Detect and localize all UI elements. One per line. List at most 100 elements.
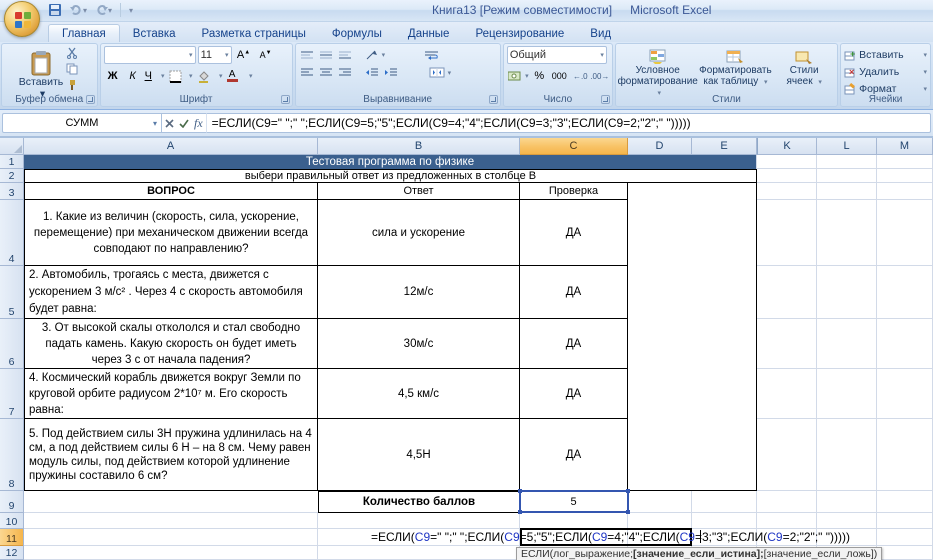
cell-l10[interactable] xyxy=(817,513,877,529)
cell-l5[interactable] xyxy=(817,266,877,319)
increase-font-button[interactable]: А▲ xyxy=(234,46,254,64)
decrease-decimal-button[interactable]: .00→ xyxy=(590,67,609,85)
tab-review[interactable]: Рецензирование xyxy=(462,25,577,42)
save-button[interactable] xyxy=(46,2,64,18)
cell-a9[interactable] xyxy=(24,491,318,513)
cell-l2[interactable] xyxy=(817,169,877,183)
cell-k8[interactable] xyxy=(757,419,817,491)
cell-a10[interactable] xyxy=(24,513,318,529)
cell-k10[interactable] xyxy=(757,513,817,529)
insert-cells-button[interactable]: + Вставить ▾ xyxy=(844,47,927,63)
row-header-8[interactable]: 8 xyxy=(0,419,23,491)
decrease-indent-button[interactable] xyxy=(364,67,380,79)
undo-button[interactable]: ▾ xyxy=(68,2,89,18)
cell-k1[interactable] xyxy=(757,155,817,169)
align-top-button[interactable] xyxy=(299,49,315,61)
row-header-12[interactable]: 12 xyxy=(0,546,23,560)
cell-a2-subtitle[interactable]: выбери правильный ответ из предложенных … xyxy=(24,169,757,183)
italic-button[interactable]: К xyxy=(124,67,142,85)
row-header-6[interactable]: 6 xyxy=(0,319,23,369)
row-header-7[interactable]: 7 xyxy=(0,369,23,419)
cell-k5[interactable] xyxy=(757,266,817,319)
align-middle-button[interactable] xyxy=(318,49,334,61)
tab-data[interactable]: Данные xyxy=(395,25,463,42)
number-format-combo[interactable]: Общий ▾ xyxy=(506,46,607,64)
row-header-11[interactable]: 11 xyxy=(0,529,23,546)
cell-k7[interactable] xyxy=(757,369,817,419)
name-box[interactable]: СУММ ▾ xyxy=(2,113,162,133)
percent-button[interactable]: % xyxy=(532,67,547,85)
format-painter-button[interactable] xyxy=(65,78,79,92)
row-header-9[interactable]: 9 xyxy=(0,491,23,513)
cell-m8[interactable] xyxy=(877,419,933,491)
number-dialog-launcher[interactable] xyxy=(600,95,610,104)
cell-l1[interactable] xyxy=(817,155,877,169)
cell-d6[interactable] xyxy=(628,319,757,369)
cell-k9[interactable] xyxy=(757,491,817,513)
formula-input[interactable]: =ЕСЛИ(C9=" ";" ";ЕСЛИ(C9=5;"5";ЕСЛИ(C9=4… xyxy=(205,113,931,133)
cell-m10[interactable] xyxy=(877,513,933,529)
cell-b10[interactable] xyxy=(318,513,520,529)
cell-d3[interactable] xyxy=(628,183,757,200)
cell-c7-check4[interactable]: ДА xyxy=(520,369,628,419)
accounting-format-button[interactable]: ▾ xyxy=(507,67,530,85)
enter-icon[interactable] xyxy=(179,119,189,128)
row-header-2[interactable]: 2 xyxy=(0,169,23,183)
align-center-button[interactable] xyxy=(318,67,334,79)
cell-a5-question2[interactable]: 2. Автомобиль, трогаясь с места, движетс… xyxy=(24,266,318,319)
select-all-corner[interactable] xyxy=(0,138,24,155)
cell-m6[interactable] xyxy=(877,319,933,369)
cell-m7[interactable] xyxy=(877,369,933,419)
cell-b12[interactable] xyxy=(318,546,520,560)
row-header-1[interactable]: 1 xyxy=(0,155,23,169)
cell-k2[interactable] xyxy=(757,169,817,183)
font-size-combo[interactable]: 11 ▾ xyxy=(197,46,232,64)
cell-c10[interactable] xyxy=(520,513,628,529)
column-header-l[interactable]: L xyxy=(817,138,877,155)
cell-c5-check2[interactable]: ДА xyxy=(520,266,628,319)
cell-k3[interactable] xyxy=(757,183,817,200)
cell-d8[interactable] xyxy=(628,419,757,491)
column-header-m[interactable]: M xyxy=(877,138,933,155)
clipboard-dialog-launcher[interactable] xyxy=(85,95,95,104)
cell-m9[interactable] xyxy=(877,491,933,513)
cell-a6-question3[interactable]: 3. От высокой скалы откололся и стал сво… xyxy=(24,319,318,369)
tab-home[interactable]: Главная xyxy=(48,24,120,42)
row-header-4[interactable]: 4 xyxy=(0,200,23,266)
cell-k6[interactable] xyxy=(757,319,817,369)
increase-decimal-button[interactable]: ←.0 xyxy=(572,67,589,85)
increase-indent-button[interactable] xyxy=(383,67,399,79)
wrap-text-button[interactable] xyxy=(423,49,440,61)
underline-button[interactable]: Ч ▾ xyxy=(144,67,166,85)
delete-cells-button[interactable]: × Удалить ▾ xyxy=(844,64,927,80)
column-header-k[interactable]: K xyxy=(757,138,817,155)
column-header-c[interactable]: C xyxy=(520,138,628,155)
font-name-combo[interactable]: ▾ xyxy=(103,46,196,64)
comma-button[interactable]: 000 xyxy=(549,67,570,85)
copy-button[interactable] xyxy=(65,62,79,76)
tab-page-layout[interactable]: Разметка страницы xyxy=(189,25,319,42)
decrease-font-button[interactable]: А▼ xyxy=(256,46,276,64)
row-header-5[interactable]: 5 xyxy=(0,266,23,319)
cell-m5[interactable] xyxy=(877,266,933,319)
orientation-button[interactable]: ▾ xyxy=(364,48,387,62)
in-cell-formula-text[interactable]: =ЕСЛИ(C9=" ";" ";ЕСЛИ(C9=5;"5";ЕСЛИ(C9=4… xyxy=(250,530,850,544)
cell-a4-question1[interactable]: 1. Какие из величин (скорость, сила, уск… xyxy=(24,200,318,266)
cell-l7[interactable] xyxy=(817,369,877,419)
row-header-3[interactable]: 3 xyxy=(0,183,23,200)
customize-qat-button[interactable]: ▾ xyxy=(127,2,135,18)
column-header-b[interactable]: B xyxy=(318,138,520,155)
cell-m3[interactable] xyxy=(877,183,933,200)
cell-b3-answer-header[interactable]: Ответ xyxy=(318,183,520,200)
cell-b9-score-label[interactable]: Количество баллов xyxy=(318,491,520,513)
fill-color-button[interactable]: ▾ xyxy=(196,67,224,85)
cell-m11[interactable] xyxy=(877,529,933,546)
cell-d4[interactable] xyxy=(628,200,757,266)
cell-l3[interactable] xyxy=(817,183,877,200)
font-dialog-launcher[interactable] xyxy=(280,95,290,104)
bold-button[interactable]: Ж xyxy=(104,67,122,85)
cell-a7-question4[interactable]: 4. Космический корабль движется вокруг З… xyxy=(24,369,318,419)
align-left-button[interactable] xyxy=(299,67,315,79)
cell-c3-check-header[interactable]: Проверка xyxy=(520,183,628,200)
office-button[interactable] xyxy=(4,1,40,37)
